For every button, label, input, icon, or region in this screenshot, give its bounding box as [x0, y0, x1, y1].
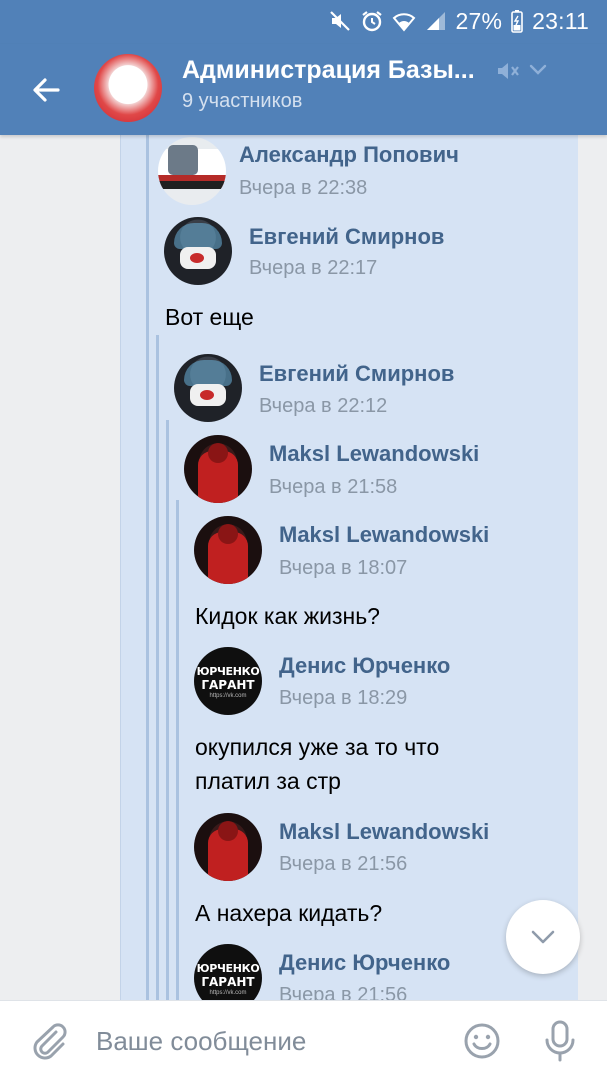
clock: 23:11 — [532, 7, 589, 34]
message-time: Вчера в 22:17 — [249, 257, 378, 279]
attach-icon[interactable] — [28, 1021, 68, 1061]
chat-header: Администрация Базы... 9 участников — [0, 44, 607, 135]
scroll-down-button[interactable] — [506, 900, 580, 974]
forwarded-messages-bubble: Александр Попович Вчера в 22:38 Евгений … — [120, 135, 578, 1000]
message-time: Вчера в 22:12 — [259, 395, 388, 417]
chevron-down-icon[interactable] — [528, 60, 548, 80]
message-time: Вчера в 21:56 — [279, 984, 408, 1000]
author-name[interactable]: Денис Юрченко — [279, 950, 450, 976]
author-name[interactable]: Maksl Lewandowski — [269, 441, 479, 467]
thread-line — [156, 335, 159, 1000]
wifi-icon — [392, 13, 415, 32]
status-bar: 27% 23:11 — [0, 0, 607, 44]
battery-percent: 27% — [455, 7, 503, 34]
message-text: Вот еще — [165, 304, 254, 330]
group-avatar[interactable] — [94, 54, 162, 122]
alarm-icon — [361, 11, 382, 32]
back-button[interactable] — [22, 66, 70, 114]
author-name[interactable]: Евгений Смирнов — [249, 224, 444, 250]
avatar-aleksandr[interactable] — [158, 137, 226, 205]
message-time: Вчера в 21:58 — [269, 476, 398, 498]
thread-line — [166, 420, 169, 1000]
author-name[interactable]: Евгений Смирнов — [259, 361, 454, 387]
chat-title[interactable]: Администрация Базы... — [182, 56, 475, 85]
message-time: Вчера в 22:38 — [239, 177, 368, 199]
message-text-line: платил за стр — [195, 768, 341, 794]
message-time: Вчера в 18:29 — [279, 687, 408, 709]
message-text-line: окупился уже за то что — [195, 734, 440, 760]
avatar-evgeniy[interactable] — [174, 354, 242, 422]
microphone-icon[interactable] — [540, 1019, 580, 1063]
message-text: А нахера кидать? — [195, 900, 383, 926]
avatar-maksl[interactable] — [184, 435, 252, 503]
author-name[interactable]: Maksl Lewandowski — [279, 819, 489, 845]
message-list[interactable]: Александр Попович Вчера в 22:38 Евгений … — [0, 135, 607, 1000]
thread-line — [146, 135, 149, 1000]
message-input[interactable] — [96, 1015, 436, 1067]
avatar-denis[interactable]: ЮРЧЕНКО ГАРАНТ https://vk.com — [194, 944, 262, 1000]
avatar-maksl[interactable] — [194, 516, 262, 584]
avatar-denis[interactable]: ЮРЧЕНКО ГАРАНТ https://vk.com — [194, 647, 262, 715]
muted-speaker-icon — [498, 63, 519, 79]
participants-count[interactable]: 9 участников — [182, 90, 302, 113]
battery-icon — [511, 10, 523, 33]
avatar-evgeniy[interactable] — [164, 217, 232, 285]
author-name[interactable]: Александр Попович — [239, 142, 459, 168]
message-composer — [0, 1000, 607, 1080]
author-name[interactable]: Денис Юрченко — [279, 653, 450, 679]
message-time: Вчера в 21:56 — [279, 853, 408, 875]
mute-icon — [329, 11, 350, 31]
emoji-icon[interactable] — [462, 1021, 502, 1061]
back-arrow-icon — [33, 78, 60, 102]
chevron-down-icon — [531, 930, 555, 944]
message-time: Вчера в 18:07 — [279, 557, 408, 579]
thread-line — [176, 500, 179, 1000]
avatar-maksl[interactable] — [194, 813, 262, 881]
author-name[interactable]: Maksl Lewandowski — [279, 522, 489, 548]
message-text: Кидок как жизнь? — [195, 603, 380, 629]
signal-icon — [426, 12, 445, 30]
message-text: окупился уже за то что платил за стр — [195, 730, 439, 798]
